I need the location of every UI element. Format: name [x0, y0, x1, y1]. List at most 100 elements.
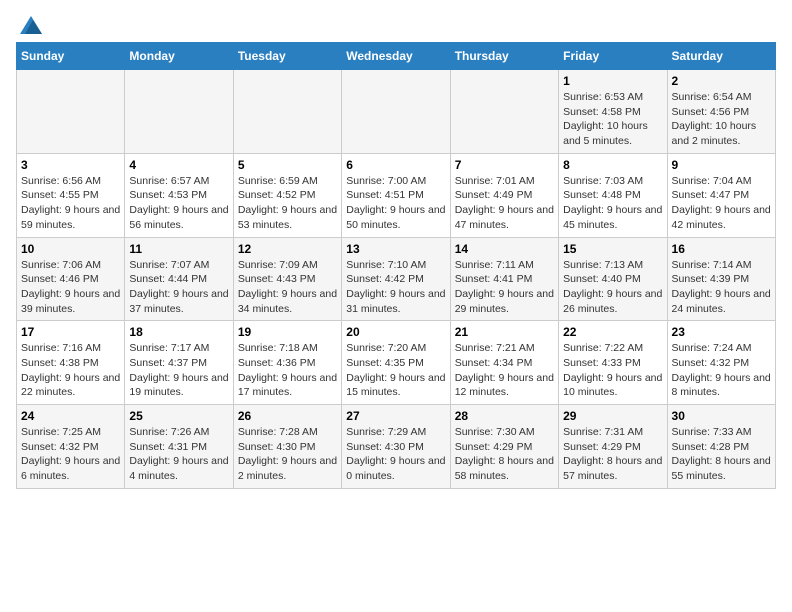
- day-number: 12: [238, 242, 337, 256]
- calendar-cell: 8 Sunrise: 7:03 AM Sunset: 4:48 PM Daylig…: [559, 153, 667, 237]
- day-info: Sunrise: 7:25 AM Sunset: 4:32 PM Dayligh…: [21, 425, 120, 484]
- calendar-week-3: 10 Sunrise: 7:06 AM Sunset: 4:46 PM Dayli…: [17, 237, 776, 321]
- day-info: Sunrise: 6:53 AM Sunset: 4:58 PM Dayligh…: [563, 90, 662, 149]
- day-info: Sunrise: 6:59 AM Sunset: 4:52 PM Dayligh…: [238, 174, 337, 233]
- day-info: Sunrise: 7:14 AM Sunset: 4:39 PM Dayligh…: [672, 258, 771, 317]
- day-number: 8: [563, 158, 662, 172]
- calendar-cell: 1 Sunrise: 6:53 AM Sunset: 4:58 PM Daylig…: [559, 70, 667, 154]
- calendar-week-2: 3 Sunrise: 6:56 AM Sunset: 4:55 PM Daylig…: [17, 153, 776, 237]
- day-info: Sunrise: 7:20 AM Sunset: 4:35 PM Dayligh…: [346, 341, 445, 400]
- calendar-cell: 19 Sunrise: 7:18 AM Sunset: 4:36 PM Dayli…: [233, 321, 341, 405]
- day-number: 20: [346, 325, 445, 339]
- calendar-cell: 3 Sunrise: 6:56 AM Sunset: 4:55 PM Daylig…: [17, 153, 125, 237]
- day-info: Sunrise: 7:21 AM Sunset: 4:34 PM Dayligh…: [455, 341, 554, 400]
- day-info: Sunrise: 6:56 AM Sunset: 4:55 PM Dayligh…: [21, 174, 120, 233]
- day-number: 17: [21, 325, 120, 339]
- day-info: Sunrise: 6:54 AM Sunset: 4:56 PM Dayligh…: [672, 90, 771, 149]
- day-number: 25: [129, 409, 228, 423]
- day-number: 11: [129, 242, 228, 256]
- header-day-thursday: Thursday: [450, 43, 558, 70]
- header-day-sunday: Sunday: [17, 43, 125, 70]
- day-info: Sunrise: 7:29 AM Sunset: 4:30 PM Dayligh…: [346, 425, 445, 484]
- calendar-cell: 11 Sunrise: 7:07 AM Sunset: 4:44 PM Dayli…: [125, 237, 233, 321]
- calendar-cell: 15Sunrise: 7:13 AM Sunset: 4:40 PM Dayli…: [559, 237, 667, 321]
- logo: [16, 16, 42, 34]
- calendar-cell: 29Sunrise: 7:31 AM Sunset: 4:29 PM Dayli…: [559, 405, 667, 489]
- day-info: Sunrise: 7:24 AM Sunset: 4:32 PM Dayligh…: [672, 341, 771, 400]
- day-info: Sunrise: 7:28 AM Sunset: 4:30 PM Dayligh…: [238, 425, 337, 484]
- calendar-cell: 5 Sunrise: 6:59 AM Sunset: 4:52 PM Daylig…: [233, 153, 341, 237]
- day-number: 19: [238, 325, 337, 339]
- calendar-cell: 17 Sunrise: 7:16 AM Sunset: 4:38 PM Dayli…: [17, 321, 125, 405]
- day-number: 2: [672, 74, 771, 88]
- day-number: 29: [563, 409, 662, 423]
- calendar-cell: 21 Sunrise: 7:21 AM Sunset: 4:34 PM Dayli…: [450, 321, 558, 405]
- calendar-cell: 7 Sunrise: 7:01 AM Sunset: 4:49 PM Daylig…: [450, 153, 558, 237]
- day-number: 10: [21, 242, 120, 256]
- day-number: 30: [672, 409, 771, 423]
- day-number: 13: [346, 242, 445, 256]
- calendar-cell: 10 Sunrise: 7:06 AM Sunset: 4:46 PM Dayli…: [17, 237, 125, 321]
- day-number: 9: [672, 158, 771, 172]
- calendar-cell: [233, 70, 341, 154]
- day-info: Sunrise: 7:22 AM Sunset: 4:33 PM Dayligh…: [563, 341, 662, 400]
- day-info: Sunrise: 7:09 AM Sunset: 4:43 PM Dayligh…: [238, 258, 337, 317]
- calendar-week-1: 1 Sunrise: 6:53 AM Sunset: 4:58 PM Daylig…: [17, 70, 776, 154]
- calendar-cell: 26 Sunrise: 7:28 AM Sunset: 4:30 PM Dayli…: [233, 405, 341, 489]
- day-number: 18: [129, 325, 228, 339]
- calendar-cell: 9 Sunrise: 7:04 AM Sunset: 4:47 PM Daylig…: [667, 153, 775, 237]
- calendar-cell: [17, 70, 125, 154]
- day-number: 4: [129, 158, 228, 172]
- day-number: 21: [455, 325, 554, 339]
- calendar-cell: 24 Sunrise: 7:25 AM Sunset: 4:32 PM Dayli…: [17, 405, 125, 489]
- day-number: 23: [672, 325, 771, 339]
- header-day-tuesday: Tuesday: [233, 43, 341, 70]
- day-info: Sunrise: 7:10 AM Sunset: 4:42 PM Dayligh…: [346, 258, 445, 317]
- calendar-week-4: 17 Sunrise: 7:16 AM Sunset: 4:38 PM Dayli…: [17, 321, 776, 405]
- day-number: 28: [455, 409, 554, 423]
- day-info: Sunrise: 7:00 AM Sunset: 4:51 PM Dayligh…: [346, 174, 445, 233]
- logo-icon: [20, 16, 42, 34]
- day-number: 24: [21, 409, 120, 423]
- header-day-saturday: Saturday: [667, 43, 775, 70]
- day-number: 16: [672, 242, 771, 256]
- day-number: 26: [238, 409, 337, 423]
- day-info: Sunrise: 7:03 AM Sunset: 4:48 PM Dayligh…: [563, 174, 662, 233]
- day-number: 27: [346, 409, 445, 423]
- day-info: Sunrise: 6:57 AM Sunset: 4:53 PM Dayligh…: [129, 174, 228, 233]
- calendar-cell: 16 Sunrise: 7:14 AM Sunset: 4:39 PM Dayli…: [667, 237, 775, 321]
- calendar-cell: 27 Sunrise: 7:29 AM Sunset: 4:30 PM Dayli…: [342, 405, 450, 489]
- day-info: Sunrise: 7:01 AM Sunset: 4:49 PM Dayligh…: [455, 174, 554, 233]
- day-info: Sunrise: 7:18 AM Sunset: 4:36 PM Dayligh…: [238, 341, 337, 400]
- day-info: Sunrise: 7:07 AM Sunset: 4:44 PM Dayligh…: [129, 258, 228, 317]
- calendar-cell: 12 Sunrise: 7:09 AM Sunset: 4:43 PM Dayli…: [233, 237, 341, 321]
- day-info: Sunrise: 7:30 AM Sunset: 4:29 PM Dayligh…: [455, 425, 554, 484]
- page-header: [16, 16, 776, 34]
- day-number: 3: [21, 158, 120, 172]
- day-info: Sunrise: 7:06 AM Sunset: 4:46 PM Dayligh…: [21, 258, 120, 317]
- day-number: 22: [563, 325, 662, 339]
- calendar-cell: [450, 70, 558, 154]
- calendar-cell: 2 Sunrise: 6:54 AM Sunset: 4:56 PM Daylig…: [667, 70, 775, 154]
- calendar-header-row: SundayMondayTuesdayWednesdayThursdayFrid…: [17, 43, 776, 70]
- day-number: 14: [455, 242, 554, 256]
- day-number: 7: [455, 158, 554, 172]
- calendar-table: SundayMondayTuesdayWednesdayThursdayFrid…: [16, 42, 776, 489]
- calendar-cell: 13 Sunrise: 7:10 AM Sunset: 4:42 PM Dayli…: [342, 237, 450, 321]
- calendar-cell: 14Sunrise: 7:11 AM Sunset: 4:41 PM Dayli…: [450, 237, 558, 321]
- header-day-monday: Monday: [125, 43, 233, 70]
- calendar-cell: 6Sunrise: 7:00 AM Sunset: 4:51 PM Daylig…: [342, 153, 450, 237]
- calendar-cell: 23 Sunrise: 7:24 AM Sunset: 4:32 PM Dayli…: [667, 321, 775, 405]
- calendar-cell: 4 Sunrise: 6:57 AM Sunset: 4:53 PM Daylig…: [125, 153, 233, 237]
- day-number: 1: [563, 74, 662, 88]
- calendar-week-5: 24 Sunrise: 7:25 AM Sunset: 4:32 PM Dayli…: [17, 405, 776, 489]
- day-info: Sunrise: 7:04 AM Sunset: 4:47 PM Dayligh…: [672, 174, 771, 233]
- day-info: Sunrise: 7:13 AM Sunset: 4:40 PM Dayligh…: [563, 258, 662, 317]
- calendar-cell: 25Sunrise: 7:26 AM Sunset: 4:31 PM Dayli…: [125, 405, 233, 489]
- calendar-cell: 30Sunrise: 7:33 AM Sunset: 4:28 PM Dayli…: [667, 405, 775, 489]
- calendar-cell: [125, 70, 233, 154]
- day-info: Sunrise: 7:16 AM Sunset: 4:38 PM Dayligh…: [21, 341, 120, 400]
- header-day-wednesday: Wednesday: [342, 43, 450, 70]
- day-number: 5: [238, 158, 337, 172]
- calendar-cell: [342, 70, 450, 154]
